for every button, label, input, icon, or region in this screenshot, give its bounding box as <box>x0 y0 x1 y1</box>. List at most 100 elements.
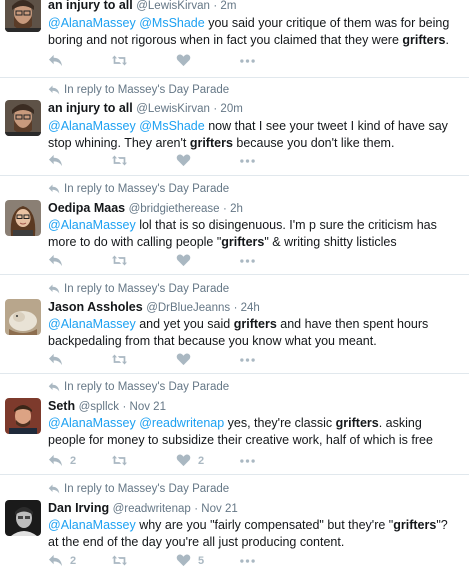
retweet-button[interactable] <box>112 54 176 67</box>
display-name[interactable]: Dan Irving <box>48 501 109 515</box>
retweet-icon <box>112 555 127 566</box>
tweet-text-segment: . <box>445 33 449 47</box>
tweet-actions: 2 2 <box>48 454 304 467</box>
tweet-header: an injury to all @LewisKirvan · 2m <box>48 0 237 12</box>
reply-context[interactable]: In reply to Massey's Day Parade <box>48 283 229 295</box>
reply-context-text: In reply to Massey's Day Parade <box>64 283 230 295</box>
retweet-icon <box>112 155 127 166</box>
tweet[interactable]: an injury to all @LewisKirvan · 2m @Alan… <box>0 0 469 78</box>
avatar-image <box>5 398 41 434</box>
timestamp[interactable]: Nov 21 <box>201 503 237 515</box>
reply-context-icon <box>48 382 60 392</box>
retweet-button[interactable] <box>112 254 176 267</box>
like-button[interactable]: 2 <box>176 454 240 467</box>
mention-link[interactable]: @AlanaMassey <box>48 518 136 532</box>
more-button[interactable] <box>240 158 304 163</box>
tweet-header: an injury to all @LewisKirvan · 20m <box>48 101 243 115</box>
like-button[interactable] <box>176 154 240 167</box>
more-button[interactable] <box>240 458 304 463</box>
mention-link[interactable]: @AlanaMassey <box>48 416 136 430</box>
mention-link[interactable]: @MsShade <box>139 119 205 133</box>
reply-button[interactable]: 2 <box>48 554 112 567</box>
avatar[interactable] <box>5 0 41 32</box>
tweet-text-segment: " & writing shitty listicles <box>264 235 397 249</box>
reply-context[interactable]: In reply to Massey's Day Parade <box>48 183 229 195</box>
mention-link[interactable]: @AlanaMassey <box>48 16 136 30</box>
display-name[interactable]: an injury to all <box>48 101 133 115</box>
timestamp[interactable]: Nov 21 <box>130 401 166 413</box>
like-count: 5 <box>198 554 205 567</box>
tweet-text: @AlanaMassey why are you "fairly compens… <box>48 517 460 551</box>
tweet-actions <box>48 353 304 366</box>
tweet[interactable]: In reply to Massey's Day Parade Seth @sp… <box>0 374 469 475</box>
user-handle[interactable]: @bridgietherease <box>129 203 220 215</box>
like-button[interactable] <box>176 254 240 267</box>
display-name[interactable]: Oedipa Maas <box>48 201 125 215</box>
display-name[interactable]: an injury to all <box>48 0 133 12</box>
timestamp[interactable]: 2m <box>220 0 236 12</box>
retweet-button[interactable] <box>112 554 176 567</box>
reply-button[interactable] <box>48 353 112 366</box>
avatar[interactable] <box>5 299 41 335</box>
user-handle[interactable]: @readwritenap <box>113 503 191 515</box>
reply-context-text: In reply to Massey's Day Parade <box>64 483 230 495</box>
mention-link[interactable]: @readwritenap <box>139 416 224 430</box>
like-button[interactable] <box>176 353 240 366</box>
tweet-text: @AlanaMassey @readwritenap yes, they're … <box>48 415 460 449</box>
retweet-button[interactable] <box>112 454 176 467</box>
highlighted-keyword: grifters <box>393 518 437 532</box>
avatar[interactable] <box>5 100 41 136</box>
like-button[interactable]: 5 <box>176 554 240 567</box>
heart-icon <box>176 554 191 567</box>
mention-link[interactable]: @MsShade <box>139 16 205 30</box>
timestamp[interactable]: 24h <box>241 302 260 314</box>
reply-button[interactable]: 2 <box>48 454 112 467</box>
reply-context[interactable]: In reply to Massey's Day Parade <box>48 483 229 495</box>
reply-context[interactable]: In reply to Massey's Day Parade <box>48 381 229 393</box>
tweet-text: @AlanaMassey lol that is so disingenuous… <box>48 217 460 251</box>
more-icon <box>240 58 255 63</box>
tweet[interactable]: In reply to Massey's Day Parade Dan Irvi… <box>0 475 469 568</box>
mention-link[interactable]: @AlanaMassey <box>48 218 136 232</box>
like-button[interactable] <box>176 54 240 67</box>
avatar-image <box>5 0 41 32</box>
tweet-text-segment: and yet you said <box>135 317 234 331</box>
tweet-text: @AlanaMassey @MsShade you said your crit… <box>48 15 460 49</box>
more-button[interactable] <box>240 58 304 63</box>
avatar[interactable] <box>5 500 41 536</box>
display-name[interactable]: Jason Assholes <box>48 300 143 314</box>
display-name[interactable]: Seth <box>48 399 75 413</box>
timestamp[interactable]: 20m <box>220 103 242 115</box>
reply-count: 2 <box>70 454 77 467</box>
user-handle[interactable]: @DrBlueJeanns <box>146 302 230 314</box>
user-handle[interactable]: @spllck <box>79 401 119 413</box>
timestamp[interactable]: 2h <box>230 203 243 215</box>
tweet-actions <box>48 54 304 67</box>
more-button[interactable] <box>240 558 304 563</box>
reply-button[interactable] <box>48 54 112 67</box>
more-button[interactable] <box>240 258 304 263</box>
tweet-text: @AlanaMassey and yet you said grifters a… <box>48 316 460 350</box>
mention-link[interactable]: @AlanaMassey <box>48 119 136 133</box>
avatar[interactable] <box>5 398 41 434</box>
retweet-button[interactable] <box>112 154 176 167</box>
tweet[interactable]: In reply to Massey's Day Parade Jason As… <box>0 275 469 374</box>
mention-link[interactable]: @AlanaMassey <box>48 317 136 331</box>
reply-button[interactable] <box>48 254 112 267</box>
reply-count: 2 <box>70 554 77 567</box>
more-button[interactable] <box>240 357 304 362</box>
tweet[interactable]: In reply to Massey's Day Parade an injur… <box>0 78 469 176</box>
more-icon <box>240 258 255 263</box>
highlighted-keyword: grifters <box>189 136 233 150</box>
retweet-button[interactable] <box>112 353 176 366</box>
user-handle[interactable]: @LewisKirvan <box>136 103 210 115</box>
like-count: 2 <box>198 454 205 467</box>
avatar-image <box>5 500 41 536</box>
reply-icon <box>49 353 62 366</box>
tweet[interactable]: In reply to Massey's Day Parade Oedipa M… <box>0 176 469 275</box>
reply-button[interactable] <box>48 154 112 167</box>
user-handle[interactable]: @LewisKirvan <box>136 0 210 12</box>
tweet-header: Oedipa Maas @bridgietherease · 2h <box>48 201 243 215</box>
reply-context[interactable]: In reply to Massey's Day Parade <box>48 84 229 96</box>
avatar[interactable] <box>5 200 41 236</box>
